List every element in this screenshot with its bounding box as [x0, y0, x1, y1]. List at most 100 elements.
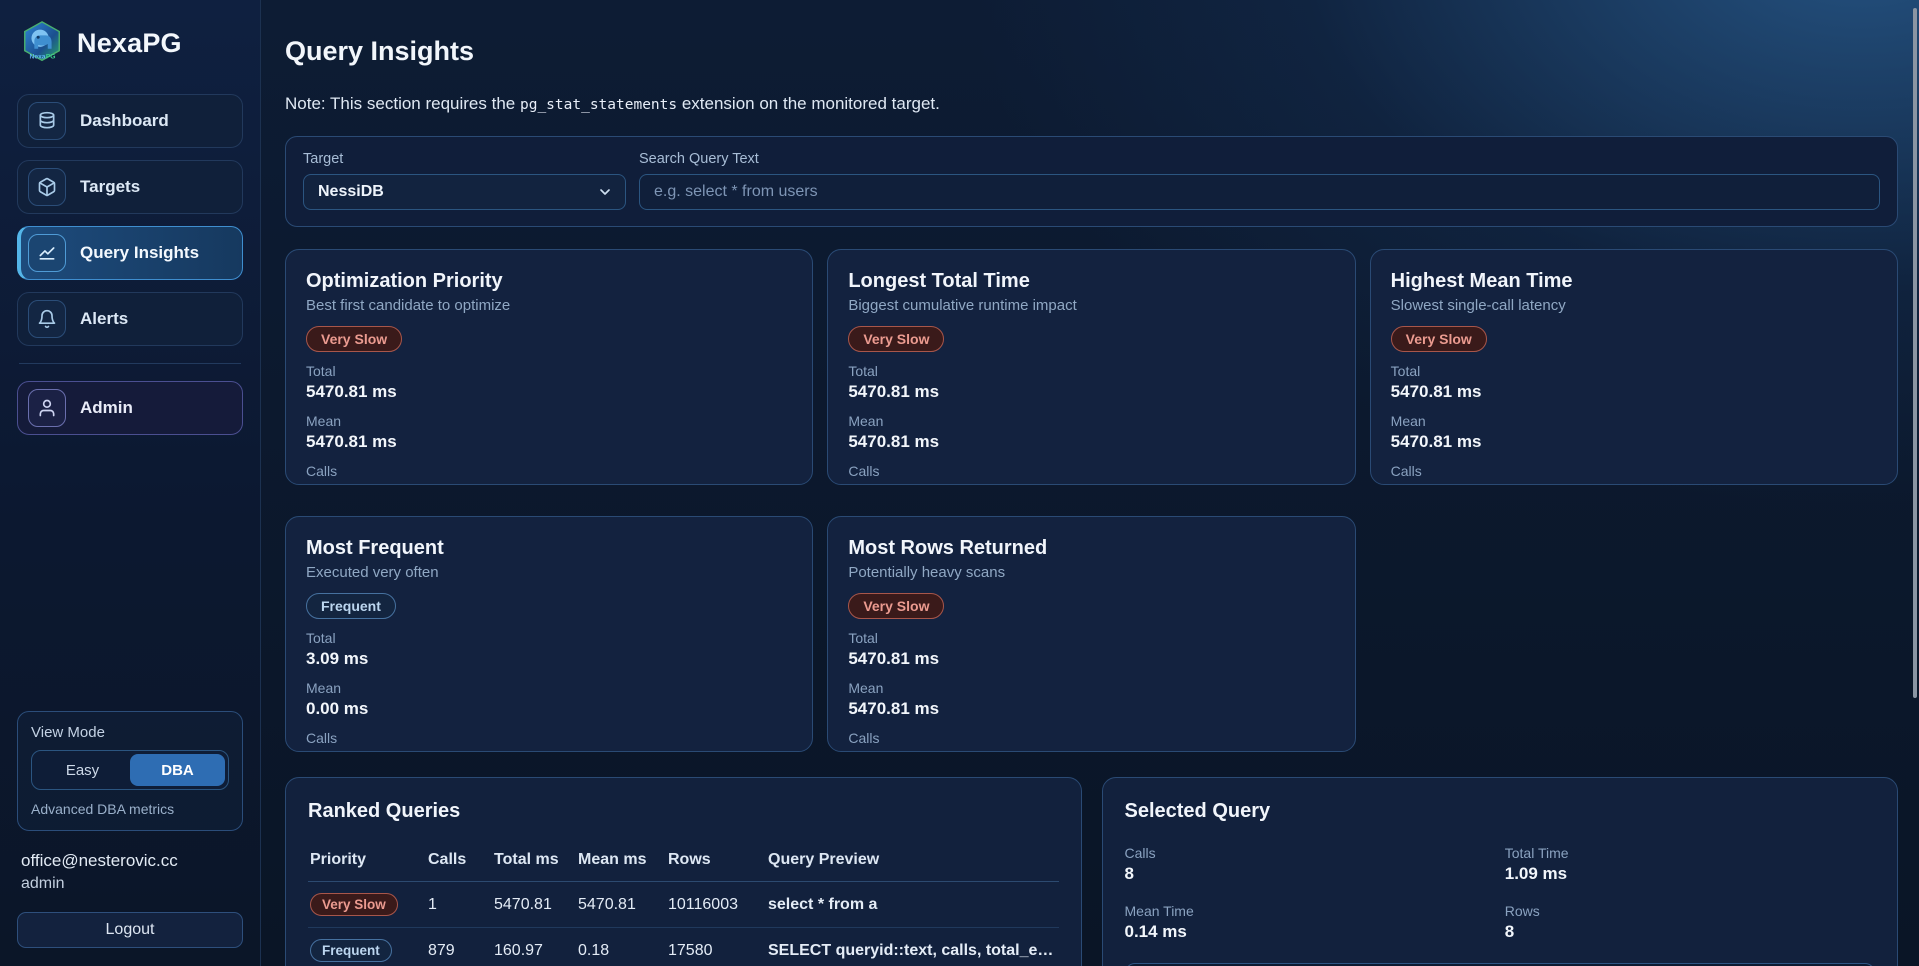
sidebar-item-admin[interactable]: Admin — [17, 381, 243, 435]
card-title: Most Rows Returned — [848, 537, 1334, 560]
filter-panel: Target NessiDB Search Query Text — [285, 136, 1898, 227]
stat-label: Total Time — [1505, 845, 1875, 861]
selected-query-stats: Calls 8 Total Time 1.09 ms Mean Time 0.1… — [1125, 845, 1876, 942]
stat-value: 8 — [1125, 864, 1495, 884]
cell-rows: 17580 — [668, 942, 756, 960]
metric-label: Total — [848, 630, 1334, 646]
sidebar-item-targets[interactable]: Targets — [17, 160, 243, 214]
card-highest-mean-time: Highest Mean Time Slowest single-call la… — [1370, 249, 1898, 485]
query-search-input[interactable] — [639, 174, 1880, 210]
target-select[interactable]: NessiDB — [303, 174, 626, 210]
scrollbar-track — [1911, 0, 1919, 966]
card-longest-total-time: Longest Total Time Biggest cumulative ru… — [827, 249, 1355, 485]
metric-label: Total — [306, 630, 792, 646]
cell-mean-ms: 5470.81 — [578, 896, 656, 914]
table-header-row: Priority Calls Total ms Mean ms Rows Que… — [308, 845, 1059, 882]
metric-label: Calls — [306, 463, 792, 479]
metric-label: Total — [848, 363, 1334, 379]
page-note: Note: This section requires the pg_stat_… — [285, 94, 1898, 114]
stat-label: Mean Time — [1125, 903, 1495, 919]
column-header-calls: Calls — [428, 851, 482, 869]
view-mode-easy-button[interactable]: Easy — [35, 754, 130, 786]
card-title: Optimization Priority — [306, 270, 792, 293]
column-header-mean-ms: Mean ms — [578, 851, 656, 869]
target-label: Target — [303, 151, 626, 167]
user-icon — [28, 389, 66, 427]
ranked-queries-title: Ranked Queries — [308, 800, 1059, 823]
severity-badge: Very Slow — [1391, 326, 1487, 352]
insight-cards: Optimization Priority Best first candida… — [285, 249, 1898, 752]
sidebar-item-query-insights[interactable]: Query Insights — [17, 226, 243, 280]
stat-mean-time: Mean Time 0.14 ms — [1125, 903, 1495, 942]
sidebar-item-label: Dashboard — [80, 111, 169, 131]
metric-value: 5470.81 ms — [306, 382, 792, 402]
cell-calls: 1 — [428, 896, 482, 914]
metric-value: 1 — [848, 482, 1334, 485]
target-select-value: NessiDB — [318, 183, 384, 201]
metric-label: Total — [306, 363, 792, 379]
card-subtitle: Best first candidate to optimize — [306, 297, 792, 314]
table-row[interactable]: Very Slow 1 5470.81 5470.81 10116003 sel… — [308, 882, 1059, 928]
sidebar-nav: Dashboard Targets Query Insights — [17, 94, 243, 346]
metric-label: Mean — [848, 680, 1334, 696]
view-mode-toggle: Easy DBA — [31, 750, 229, 790]
metric-label: Mean — [306, 680, 792, 696]
metric-label: Calls — [848, 463, 1334, 479]
note-prefix: Note: This section requires the — [285, 94, 520, 113]
main-content: Query Insights Note: This section requir… — [261, 0, 1919, 966]
card-subtitle: Slowest single-call latency — [1391, 297, 1877, 314]
metric-label: Mean — [1391, 413, 1877, 429]
stat-value: 1.09 ms — [1505, 864, 1875, 884]
search-field: Search Query Text — [639, 151, 1880, 210]
selected-query-panel: Selected Query Calls 8 Total Time 1.09 m… — [1102, 777, 1899, 966]
sidebar-spacer — [17, 435, 243, 711]
column-header-priority: Priority — [310, 851, 416, 869]
stat-value: 0.14 ms — [1125, 922, 1495, 942]
brand-row: Nexa PG NexaPG — [17, 18, 243, 72]
table-row[interactable]: Frequent 879 160.97 0.18 17580 SELECT qu… — [308, 928, 1059, 966]
cell-calls: 879 — [428, 942, 482, 960]
card-subtitle: Biggest cumulative runtime impact — [848, 297, 1334, 314]
metric-value: 5470.81 ms — [848, 649, 1334, 669]
ranked-queries-panel: Ranked Queries Priority Calls Total ms M… — [285, 777, 1082, 966]
view-mode-dba-button[interactable]: DBA — [130, 754, 225, 786]
metric-value: 5470.81 ms — [306, 432, 792, 452]
severity-badge: Frequent — [310, 939, 392, 962]
svg-text:PG: PG — [46, 53, 56, 60]
column-header-rows: Rows — [668, 851, 756, 869]
metric-label: Mean — [848, 413, 1334, 429]
severity-badge: Frequent — [306, 593, 396, 619]
card-most-rows-returned: Most Rows Returned Potentially heavy sca… — [827, 516, 1355, 752]
metric-value: 1 — [848, 749, 1334, 752]
metric-value: 5470.81 ms — [1391, 432, 1877, 452]
selected-query-title: Selected Query — [1125, 800, 1876, 823]
metric-label: Mean — [306, 413, 792, 429]
sidebar-item-alerts[interactable]: Alerts — [17, 292, 243, 346]
bottom-panels: Ranked Queries Priority Calls Total ms M… — [285, 777, 1898, 966]
severity-badge: Very Slow — [310, 893, 398, 916]
logout-button[interactable]: Logout — [17, 912, 243, 948]
metric-label: Total — [1391, 363, 1877, 379]
metric-label: Calls — [848, 730, 1334, 746]
metric-value: 5470.81 ms — [848, 382, 1334, 402]
note-extension-code: pg_stat_statements — [520, 97, 677, 113]
sidebar-divider — [19, 363, 241, 364]
cube-icon — [28, 168, 66, 206]
card-optimization-priority: Optimization Priority Best first candida… — [285, 249, 813, 485]
stat-rows: Rows 8 — [1505, 903, 1875, 942]
user-role: admin — [21, 875, 239, 893]
sidebar-item-label: Query Insights — [80, 243, 199, 263]
cell-total-ms: 160.97 — [494, 942, 566, 960]
target-field: Target NessiDB — [303, 151, 626, 210]
app-title: NexaPG — [77, 28, 182, 59]
stat-calls: Calls 8 — [1125, 845, 1495, 884]
page-title: Query Insights — [285, 36, 1898, 67]
sidebar-item-dashboard[interactable]: Dashboard — [17, 94, 243, 148]
cell-query-preview: SELECT queryid::text, calls, total_exec_… — [768, 942, 1057, 960]
stat-value: 8 — [1505, 922, 1875, 942]
svg-text:Nexa: Nexa — [30, 53, 46, 60]
cell-rows: 10116003 — [668, 896, 756, 914]
scrollbar-thumb[interactable] — [1913, 8, 1917, 698]
severity-badge: Very Slow — [306, 326, 402, 352]
metric-value: 5470.81 ms — [848, 432, 1334, 452]
